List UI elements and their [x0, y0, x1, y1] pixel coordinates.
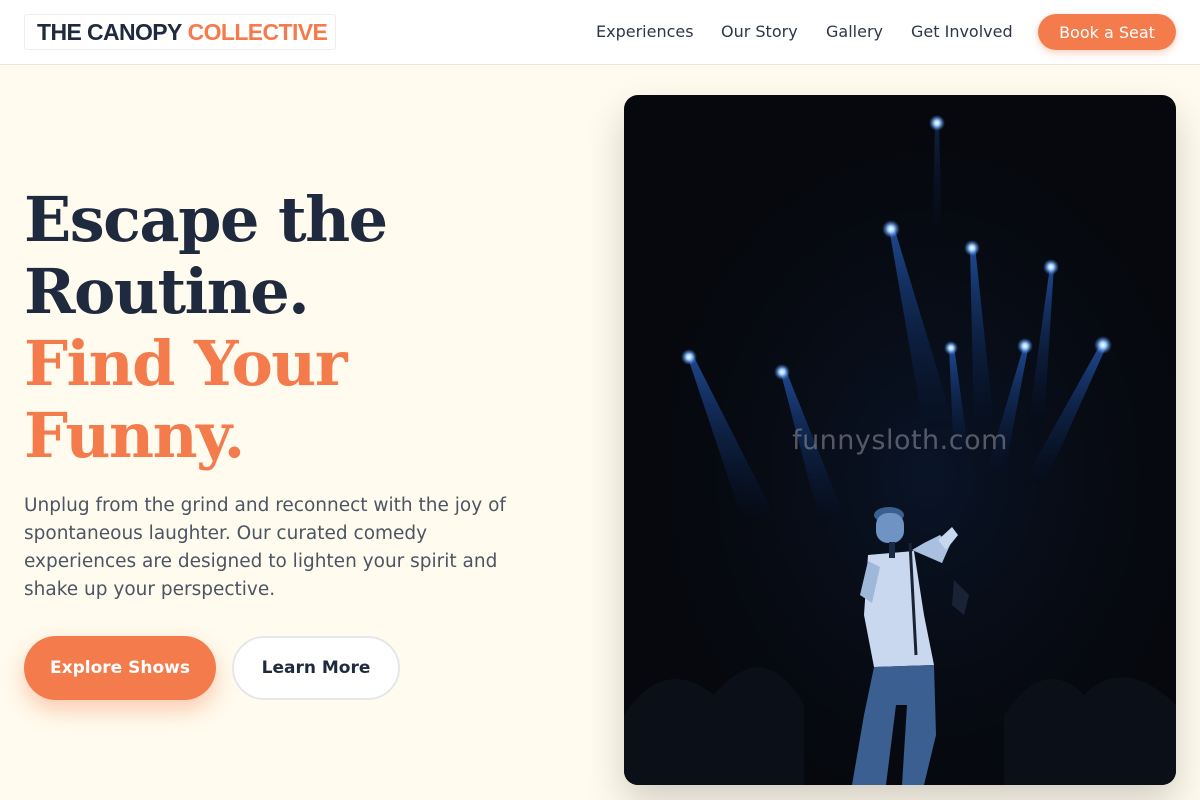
book-seat-button[interactable]: Book a Seat: [1038, 14, 1176, 50]
learn-more-button[interactable]: Learn More: [232, 636, 400, 700]
explore-shows-button[interactable]: Explore Shows: [24, 636, 216, 700]
headline-line-2: Routine.: [24, 255, 310, 328]
headline-line-3: Find Your: [24, 327, 348, 400]
headline-line-1: Escape the: [24, 183, 388, 256]
hero-image-comedian-on-stage: funnysloth.com: [624, 95, 1176, 785]
hero-headline: Escape the Routine. Find Your Funny.: [24, 184, 584, 472]
main-nav: Experiences Our Story Gallery Get Involv…: [0, 0, 1200, 64]
nav-get-involved[interactable]: Get Involved: [911, 21, 1013, 43]
headline-line-4: Funny.: [24, 399, 245, 472]
hero-description: Unplug from the grind and reconnect with…: [24, 495, 506, 600]
nav-experiences[interactable]: Experiences: [596, 21, 694, 43]
image-watermark: funnysloth.com: [792, 425, 1008, 456]
nav-gallery[interactable]: Gallery: [826, 21, 883, 43]
nav-our-story[interactable]: Our Story: [721, 21, 798, 43]
site-header: THE CANOPY COLLECTIVE Experiences Our St…: [0, 0, 1200, 65]
